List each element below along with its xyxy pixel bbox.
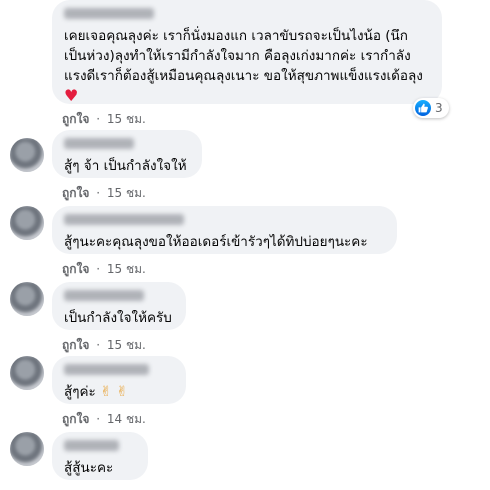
separator: · [96,412,101,426]
avatar[interactable] [10,282,44,316]
comment-actions: ถูกใจ · 15 ชม. [62,336,146,355]
author-name-redacted [64,290,144,301]
comment-text-content: สู้ๆค่ะ [64,384,96,400]
comment-bubble: สู้ๆ จ้า เป็นกำลังใจให้ [52,130,202,178]
comment-time[interactable]: 15 ชม. [107,186,146,200]
comment-actions: ถูกใจ · 15 ชม. [62,184,146,203]
like-button[interactable]: ถูกใจ [62,338,89,352]
victory-hand-icon: ✌ ✌ [100,384,128,400]
author-name-redacted [64,138,134,149]
comment-text: สู้ๆนะคะคุณลุงขอให้ออเดอร์เข้ารัวๆได้ทิป… [64,234,368,250]
reaction-summary[interactable]: 3 [413,98,449,118]
comment-text: เคยเจอคุณลุงค่ะ เราก็นั่งมองแก เวลาขับรถ… [64,26,430,106]
comment-time[interactable]: 15 ชม. [107,338,146,352]
comment-bubble: เป็นกำลังใจให้ครับ [52,282,186,330]
avatar[interactable] [10,356,44,390]
comment-text-line: เคยเจอคุณลุงค่ะ เราก็นั่งมองแก เวลาขับรถ… [64,28,408,44]
comment-time[interactable]: 15 ชม. [107,262,146,276]
author-name-redacted [64,214,184,225]
like-button[interactable]: ถูกใจ [62,262,89,276]
comment-time[interactable]: 15 ชม. [107,112,146,126]
comment-text-line: เป็นห่วง)ลุงทำให้เรามีกำลังใจมาก คือลุงเ… [64,48,411,64]
comment-bubble: สู้สู้นะคะ [52,432,148,480]
avatar[interactable] [10,138,44,172]
comment-actions: ถูกใจ · 14 ชม. [62,410,146,429]
like-button[interactable]: ถูกใจ [62,186,89,200]
comment-author[interactable] [64,214,385,228]
author-name-redacted [64,440,119,451]
comment-text: เป็นกำลังใจให้ครับ [64,310,172,326]
comment-author[interactable] [64,290,174,304]
comment-actions: ถูกใจ · 15 ชม. [62,110,146,129]
comment-text: สู้สู้นะคะ [64,460,114,476]
author-name-redacted [64,364,149,375]
author-name-redacted [64,8,154,19]
avatar[interactable] [10,432,44,466]
comment-author[interactable] [64,440,136,454]
like-icon [415,100,431,116]
comment-text-line: แรงดีเราก็ต้องสู้เหมือนคุณลุงเนาะ ขอให้ส… [64,68,423,84]
avatar[interactable] [10,206,44,240]
comment-author[interactable] [64,8,430,22]
comment-time[interactable]: 14 ชม. [107,412,146,426]
like-button[interactable]: ถูกใจ [62,412,89,426]
comment-bubble: สู้ๆค่ะ ✌ ✌ [52,356,186,404]
heart-icon: ♥ [64,86,79,105]
comment-author[interactable] [64,364,174,378]
comment-author[interactable] [64,138,190,152]
comment-actions: ถูกใจ · 15 ชม. [62,260,146,279]
separator: · [96,112,101,126]
separator: · [96,338,101,352]
separator: · [96,186,101,200]
reaction-count: 3 [435,101,443,115]
like-button[interactable]: ถูกใจ [62,112,89,126]
comment-text: สู้ๆ จ้า เป็นกำลังใจให้ [64,158,187,174]
comment-text: สู้ๆค่ะ ✌ ✌ [64,382,174,402]
separator: · [96,262,101,276]
comment-bubble: เคยเจอคุณลุงค่ะ เราก็นั่งมองแก เวลาขับรถ… [52,0,442,106]
comment-bubble: สู้ๆนะคะคุณลุงขอให้ออเดอร์เข้ารัวๆได้ทิป… [52,206,397,254]
